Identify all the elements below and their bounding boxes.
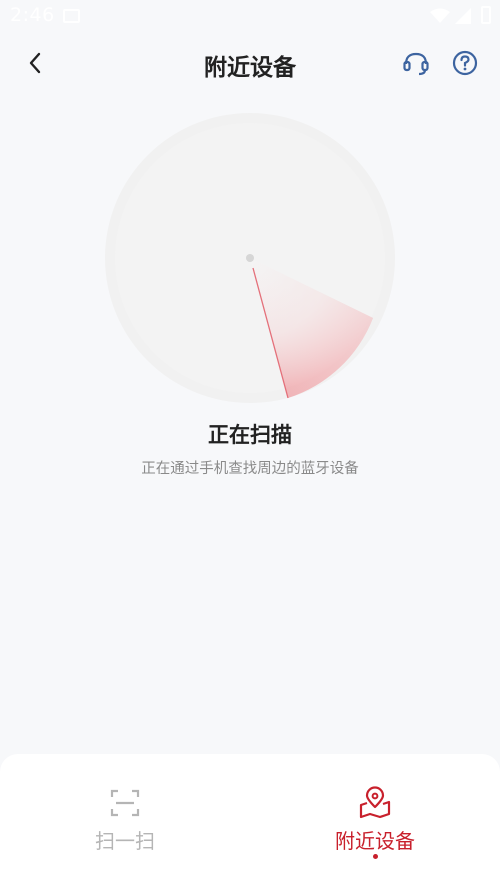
location-map-icon xyxy=(359,786,391,819)
headset-icon xyxy=(403,52,429,76)
status-bar: 2:46 xyxy=(0,0,500,34)
scan-status-title: 正在扫描 xyxy=(208,423,292,447)
status-time: 2:46 xyxy=(10,4,55,26)
scan-status-description: 正在通过手机查找周边的蓝牙设备 xyxy=(141,461,359,477)
tab-scan[interactable]: 扫一扫 xyxy=(0,754,250,889)
wifi-icon xyxy=(430,8,450,23)
bottom-tab-bar: 扫一扫 附近设备 xyxy=(0,754,500,889)
tab-scan-label: 扫一扫 xyxy=(95,829,155,853)
help-button[interactable] xyxy=(449,47,481,79)
screen: 2:46 附近设备 正在扫描 正在通过手机查找周边的蓝牙设备 扫一扫 附近设备 xyxy=(0,0,500,889)
help-icon xyxy=(452,50,478,76)
radar-scanner xyxy=(105,113,395,403)
tab-nearby-devices[interactable]: 附近设备 xyxy=(250,754,500,889)
active-tab-indicator xyxy=(373,854,378,859)
header: 附近设备 xyxy=(0,34,500,92)
tab-nearby-devices-label: 附近设备 xyxy=(335,829,415,853)
image-notification-icon xyxy=(63,9,80,23)
signal-icon xyxy=(455,8,471,24)
radar-center-dot xyxy=(246,254,254,262)
battery-icon xyxy=(481,6,491,24)
scan-icon xyxy=(110,789,140,817)
customer-service-button[interactable] xyxy=(400,47,432,79)
